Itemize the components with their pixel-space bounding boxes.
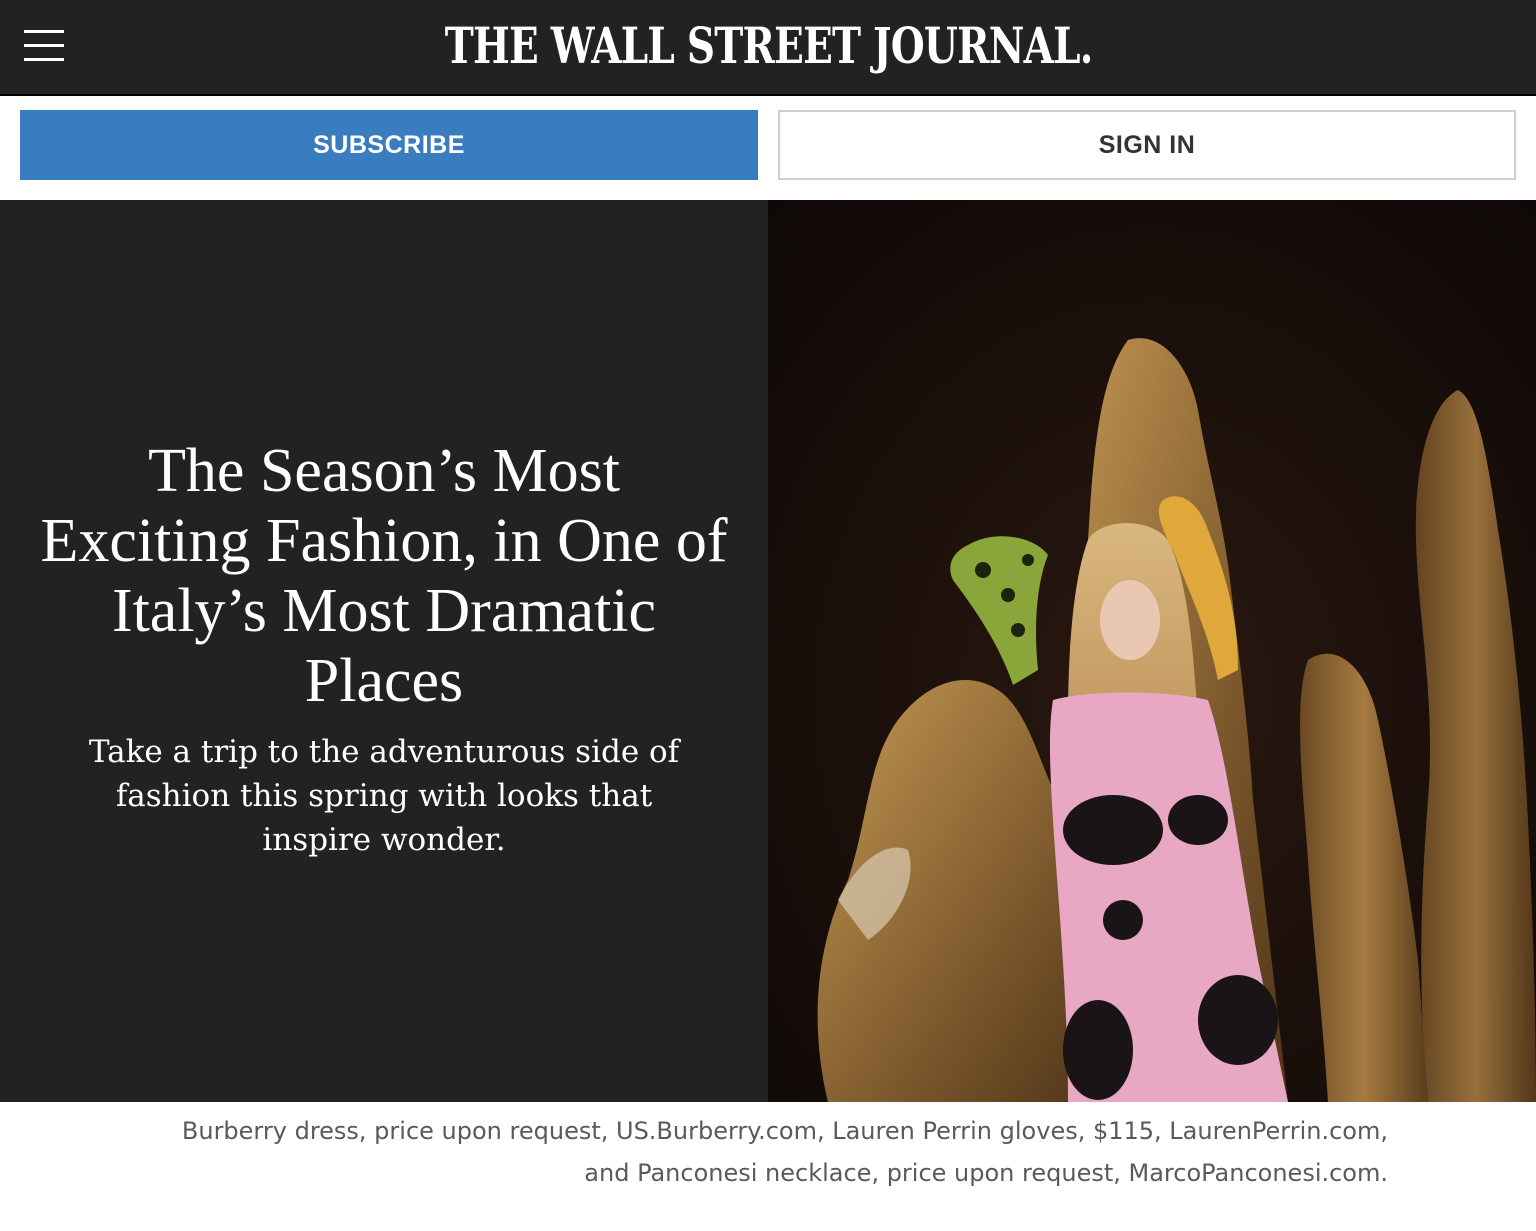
top-header: THE WALL STREET JOURNAL. — [0, 0, 1536, 96]
menu-line — [24, 44, 64, 47]
article-hero: The Season’s Most Exciting Fashion, in O… — [0, 200, 1536, 1102]
subscribe-button[interactable]: SUBSCRIBE — [20, 110, 758, 180]
hero-photo-illustration — [768, 200, 1536, 1102]
masthead-logo[interactable]: THE WALL STREET JOURNAL. — [170, 12, 1368, 80]
article-dek: Take a trip to the adventurous side of f… — [88, 734, 680, 858]
sign-in-button[interactable]: SIGN IN — [778, 110, 1516, 180]
hamburger-menu-icon[interactable] — [24, 28, 64, 64]
hero-text-panel: The Season’s Most Exciting Fashion, in O… — [0, 200, 768, 1102]
menu-line — [24, 58, 64, 61]
menu-line — [24, 30, 64, 33]
hero-photo — [768, 200, 1536, 1102]
photo-caption: Burberry dress, price upon request, US.B… — [181, 1117, 1388, 1187]
subscribe-signin-bar: SUBSCRIBE SIGN IN — [0, 96, 1536, 200]
article-headline[interactable]: The Season’s Most Exciting Fashion, in O… — [40, 436, 728, 716]
